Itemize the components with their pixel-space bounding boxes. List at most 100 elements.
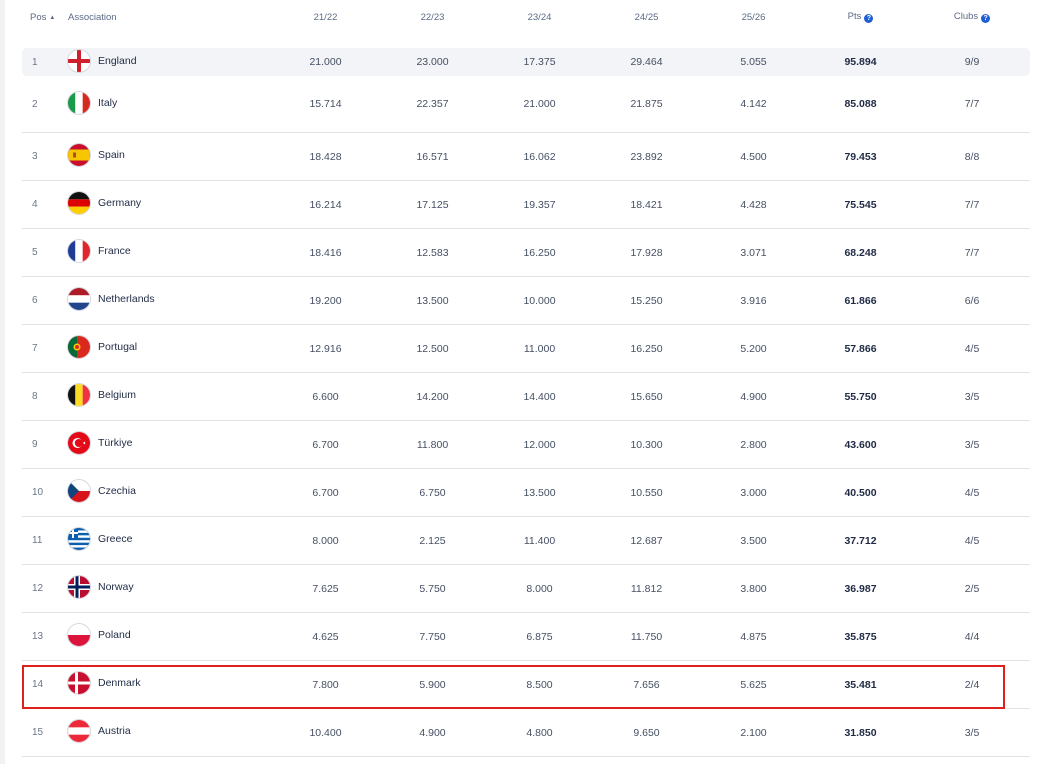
clubs-value: 7/7	[964, 198, 980, 211]
season-points-cell: 4.900	[379, 708, 486, 757]
season-points-cell: 12.583	[379, 228, 486, 277]
season-points-cell: 3.800	[700, 564, 807, 613]
season-points-cell: 5.625	[700, 660, 807, 709]
table-row-austria[interactable]: 15 Austria 10.400 4.900 4.800 9.650 2.100 31.85…	[22, 708, 1030, 757]
season-points-value: 29.464	[630, 56, 663, 68]
association-cell[interactable]: Denmark	[62, 660, 272, 709]
column-header-clubs[interactable]: Clubs?	[914, 0, 1030, 34]
season-points-value: 12.500	[416, 342, 449, 355]
total-points-cell: 36.987	[807, 564, 914, 613]
season-points-cell: 12.916	[272, 324, 379, 373]
association-link[interactable]: Portugal	[68, 336, 137, 358]
clubs-value: 2/4	[964, 678, 980, 691]
season-points-value: 4.875	[740, 630, 767, 643]
association-cell[interactable]: Germany	[62, 180, 272, 229]
sort-ascending-icon: ▲	[49, 14, 56, 21]
table-row-netherlands[interactable]: 6 Netherlands 19.200 13.500 10.000 15.250 3.91…	[22, 276, 1030, 325]
column-header-pts[interactable]: Pts?	[807, 0, 914, 34]
season-points-cell: 18.428	[272, 132, 379, 181]
season-points-value: 22.357	[416, 98, 449, 110]
table-row-spain[interactable]: 3 Spain 18.428 16.571 16.062 23.892 4.500 79.45…	[22, 132, 1030, 181]
association-link[interactable]: Poland	[68, 624, 131, 646]
association-cell[interactable]: Greece	[62, 516, 272, 565]
association-link[interactable]: Greece	[68, 528, 132, 550]
table-row-england[interactable]: 1 England 21.000 23.000 17.375 29.464 5.055 95.…	[22, 48, 1030, 76]
season-points-value: 10.400	[309, 726, 342, 739]
season-points-value: 4.900	[419, 726, 446, 739]
association-link[interactable]: Germany	[68, 192, 141, 214]
table-row-germany[interactable]: 4 Germany 16.214 17.125 19.357 18.421 4.428 75.…	[22, 180, 1030, 229]
season-points-value: 17.375	[523, 56, 556, 68]
table-row-czechia[interactable]: 10 Czechia 6.700 6.750 13.500 10.550 3.000 40.5…	[22, 468, 1030, 517]
association-cell[interactable]: Netherlands	[62, 276, 272, 325]
total-points-value: 75.545	[844, 198, 877, 211]
association-link[interactable]: Spain	[68, 144, 125, 166]
association-link[interactable]: France	[68, 240, 131, 262]
season-points-value: 13.500	[523, 486, 556, 499]
table-row-denmark[interactable]: 14 Denmark 7.800 5.900 8.500 7.656 5.625 35.481…	[22, 660, 1030, 709]
season-points-cell: 2.100	[700, 708, 807, 757]
season-points-cell: 21.875	[593, 76, 700, 133]
association-cell[interactable]: Italy	[62, 76, 272, 133]
association-cell[interactable]: Spain	[62, 132, 272, 181]
association-link[interactable]: Italy	[68, 91, 117, 114]
association-cell[interactable]: Poland	[62, 612, 272, 661]
help-circle-icon[interactable]: ?	[981, 14, 991, 23]
season-points-cell: 6.700	[272, 468, 379, 517]
table-row-italy[interactable]: 2 Italy 15.714 22.357 21.000 21.875 4.142 85.08…	[22, 76, 1030, 133]
association-cell[interactable]: Türkiye	[62, 420, 272, 469]
season-points-cell: 2.125	[379, 516, 486, 565]
season-points-value: 3.916	[740, 294, 767, 307]
table-row-greece[interactable]: 11 Greece 8.000 2.125 11.400 12.687 3.500 37.71…	[22, 516, 1030, 565]
association-link[interactable]: England	[68, 49, 137, 72]
association-cell[interactable]: Belgium	[62, 372, 272, 421]
column-header-season-4[interactable]: 24/25	[593, 0, 700, 34]
position-cell: 12	[22, 564, 62, 613]
table-row-belgium[interactable]: 8 Belgium 6.600 14.200 14.400 15.650 4.900 55.7…	[22, 372, 1030, 421]
column-header-season-3[interactable]: 23/24	[486, 0, 593, 34]
season-points-value: 15.714	[309, 98, 342, 110]
association-cell[interactable]: France	[62, 228, 272, 277]
clubs-cell: 3/5	[914, 708, 1030, 757]
association-cell[interactable]: Czechia	[62, 468, 272, 517]
season-points-value: 15.650	[630, 390, 663, 403]
total-points-cell: 37.712	[807, 516, 914, 565]
association-cell[interactable]: Norway	[62, 564, 272, 613]
association-cell[interactable]: England	[62, 48, 272, 76]
association-link[interactable]: Denmark	[68, 672, 141, 694]
help-circle-icon[interactable]: ?	[864, 14, 874, 23]
left-rail	[0, 0, 5, 764]
clubs-value: 3/5	[964, 726, 980, 739]
season-points-value: 7.800	[312, 678, 339, 691]
clubs-value: 7/7	[964, 246, 980, 259]
denmark-flag-icon	[68, 672, 90, 694]
coefficient-ranking-page: Pos ▲ Association 21/22 22/23 23/24 24/25…	[0, 0, 1040, 764]
association-link[interactable]: Norway	[68, 576, 134, 598]
column-header-season-2[interactable]: 22/23	[379, 0, 486, 34]
season-points-value: 15.250	[630, 294, 663, 307]
clubs-cell: 7/7	[914, 76, 1030, 133]
association-cell[interactable]: Austria	[62, 708, 272, 757]
table-row-portugal[interactable]: 7 Portugal 12.916 12.500 11.000 16.250 5.200 57…	[22, 324, 1030, 373]
association-link[interactable]: Czechia	[68, 480, 136, 502]
pos-header-label: Pos	[30, 11, 47, 23]
association-link[interactable]: Netherlands	[68, 288, 155, 310]
association-link[interactable]: Belgium	[68, 384, 136, 406]
table-row-trkiye[interactable]: 9 Türkiye 6.700 11.800 12.000 10.300 2.800 43.6…	[22, 420, 1030, 469]
association-link[interactable]: Austria	[68, 720, 131, 742]
column-header-season-1[interactable]: 21/22	[272, 0, 379, 34]
season-points-cell: 6.875	[486, 612, 593, 661]
column-header-association[interactable]: Association	[62, 0, 272, 34]
association-link[interactable]: Türkiye	[68, 432, 132, 454]
column-header-season-5[interactable]: 25/26	[700, 0, 807, 34]
season-points-value: 18.428	[309, 150, 342, 163]
total-points-cell: 31.850	[807, 708, 914, 757]
association-cell[interactable]: Portugal	[62, 324, 272, 373]
clubs-value: 4/4	[964, 630, 980, 643]
column-header-pos[interactable]: Pos ▲	[22, 0, 62, 34]
table-row-france[interactable]: 5 France 18.416 12.583 16.250 17.928 3.071 68.2…	[22, 228, 1030, 277]
clubs-value: 4/5	[964, 486, 980, 499]
table-row-poland[interactable]: 13 Poland 4.625 7.750 6.875 11.750 4.875 35.875…	[22, 612, 1030, 661]
table-row-norway[interactable]: 12 Norway 7.625 5.750 8.000 11.812 3.800 36.987…	[22, 564, 1030, 613]
position-value: 4	[32, 199, 38, 210]
